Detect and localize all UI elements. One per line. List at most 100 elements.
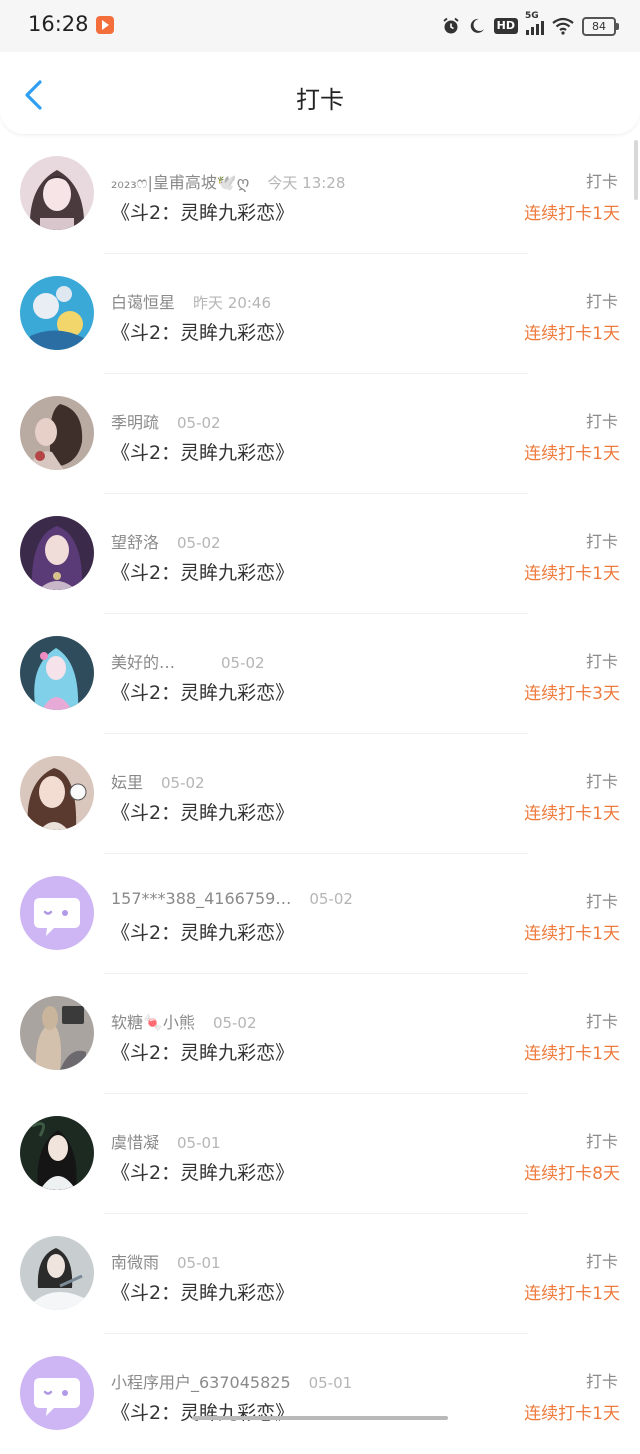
streak-label: 连续打卡1天 [524, 1399, 620, 1424]
action-label: 打卡 [586, 1008, 618, 1032]
list-item[interactable]: 季明疏 05-02 《斗2：灵眸九彩恋》 打卡 连续打卡1天 [0, 374, 640, 494]
avatar[interactable] [20, 396, 94, 470]
action-label: 打卡 [586, 888, 618, 912]
action-label: 打卡 [586, 1128, 618, 1152]
checkin-date: 05-02 [221, 654, 265, 672]
streak-label: 连续打卡1天 [524, 1039, 620, 1064]
streak-label: 连续打卡8天 [524, 1159, 620, 1184]
checkin-date: 05-01 [309, 1374, 353, 1392]
book-title[interactable]: 《斗2：灵眸九彩恋》 [111, 798, 294, 825]
streak-label: 连续打卡3天 [524, 679, 620, 704]
user-name[interactable]: 季明疏 [111, 413, 159, 432]
action-label: 打卡 [586, 1248, 618, 1272]
entry-meta: 虞惜凝 05-01 [111, 1129, 221, 1151]
action-label: 打卡 [586, 768, 618, 792]
action-label: 打卡 [586, 1368, 618, 1392]
book-title[interactable]: 《斗2：灵眸九彩恋》 [111, 438, 294, 465]
entry-meta: 望舒洛 05-02 [111, 529, 221, 551]
page-title: 打卡 [0, 86, 640, 114]
book-title[interactable]: 《斗2：灵眸九彩恋》 [111, 918, 294, 945]
network-label: 5G [525, 11, 539, 21]
list-item[interactable]: 望舒洛 05-02 《斗2：灵眸九彩恋》 打卡 连续打卡1天 [0, 494, 640, 614]
user-name[interactable]: 妘里 [111, 773, 143, 792]
list-item[interactable]: ₂₀₂₃ෆ|皇甫高坡🕊️ღ今天 13:28 《斗2：灵眸九彩恋》 打卡 连续打卡… [0, 134, 640, 254]
avatar[interactable] [20, 1236, 94, 1310]
moon-icon [468, 17, 486, 35]
checkin-date: 昨天 20:46 [193, 294, 271, 312]
checkin-list[interactable]: ₂₀₂₃ෆ|皇甫高坡🕊️ღ 今天 13:28 《斗2：灵眸九彩恋》 打卡 连续打卡… [0, 134, 640, 1454]
list-item[interactable]: 小程序用户_637045825 05-01 《斗2：灵眸九彩恋》 打卡 连续打卡1… [0, 1334, 640, 1454]
user-name[interactable]: 软糖🍬小熊 [111, 1013, 195, 1032]
book-title[interactable]: 《斗2：灵眸九彩恋》 [111, 1158, 294, 1185]
entry-meta: 白蔼恒星昨天 20:46 [111, 289, 271, 311]
book-title[interactable]: 《斗2：灵眸九彩恋》 [111, 678, 294, 705]
book-title[interactable]: 《斗2：灵眸九彩恋》 [111, 558, 294, 585]
entry-meta: 小程序用户_637045825 05-01 [111, 1369, 352, 1391]
avatar[interactable] [20, 636, 94, 710]
entry-meta: 软糖🍬小熊 05-02 [111, 1009, 257, 1031]
status-bar: 16:28 HD 5G 84 [0, 0, 640, 52]
streak-label: 连续打卡1天 [524, 199, 620, 224]
list-item[interactable]: 妘里 05-02 《斗2：灵眸九彩恋》 打卡 连续打卡1天 [0, 734, 640, 854]
checkin-date: 05-01 [177, 1254, 221, 1272]
book-title[interactable]: 《斗2：灵眸九彩恋》 [111, 1398, 294, 1425]
avatar[interactable] [20, 516, 94, 590]
action-label: 打卡 [586, 528, 618, 552]
app-notification-icon [96, 16, 114, 34]
user-name[interactable]: 美好的… [111, 653, 175, 672]
status-time: 16:28 [28, 12, 89, 36]
list-item[interactable]: 虞惜凝 05-01 《斗2：灵眸九彩恋》 打卡 连续打卡8天 [0, 1094, 640, 1214]
streak-label: 连续打卡1天 [524, 439, 620, 464]
checkin-date: 05-02 [213, 1014, 257, 1032]
list-item[interactable]: 软糖🍬小熊 05-02 《斗2：灵眸九彩恋》 打卡 连续打卡1天 [0, 974, 640, 1094]
nav-bar: 打卡 [0, 52, 640, 134]
checkin-date: 05-01 [177, 1134, 221, 1152]
user-name[interactable]: 虞惜凝 [111, 1133, 159, 1152]
list-item[interactable]: 白蔼恒星昨天 20:46 《斗2：灵眸九彩恋》 打卡 连续打卡1天 [0, 254, 640, 374]
list-item[interactable]: 南微雨 05-01 《斗2：灵眸九彩恋》 打卡 连续打卡1天 [0, 1214, 640, 1334]
checkin-date: 05-02 [309, 890, 353, 908]
book-title[interactable]: 《斗2：灵眸九彩恋》 [111, 198, 294, 225]
entry-meta: 季明疏 05-02 [111, 409, 221, 431]
default-avatar-icon[interactable] [20, 1356, 94, 1430]
streak-label: 连续打卡1天 [524, 919, 620, 944]
list-item[interactable]: 157***388_4166759… 05-02 《斗2：灵眸九彩恋》 打卡 连续… [0, 854, 640, 974]
user-name[interactable]: 小程序用户_637045825 [111, 1373, 291, 1392]
action-label: 打卡 [586, 288, 618, 312]
user-name[interactable]: 白蔼恒星 [111, 293, 175, 312]
checkin-date: 05-02 [161, 774, 205, 792]
entry-meta: 157***388_4166759… 05-02 [111, 889, 353, 911]
battery-icon: 84 [582, 17, 616, 36]
avatar[interactable] [20, 156, 94, 230]
user-name[interactable]: ₂₀₂₃ෆ|皇甫高坡🕊️ღ [111, 173, 249, 192]
user-name[interactable]: 157***388_4166759… [111, 889, 291, 908]
book-title[interactable]: 《斗2：灵眸九彩恋》 [111, 1278, 294, 1305]
checkin-date: 05-02 [177, 534, 221, 552]
home-indicator[interactable] [192, 1416, 448, 1420]
scrollbar[interactable] [634, 140, 638, 200]
entry-meta: 妘里 05-02 [111, 769, 205, 791]
streak-label: 连续打卡1天 [524, 319, 620, 344]
avatar[interactable] [20, 996, 94, 1070]
user-name[interactable]: 望舒洛 [111, 533, 159, 552]
entry-meta: ₂₀₂₃ෆ|皇甫高坡🕊️ღ 今天 13:28 [111, 169, 345, 191]
avatar[interactable] [20, 276, 94, 350]
streak-label: 连续打卡1天 [524, 799, 620, 824]
status-icons: HD 5G 84 [442, 14, 616, 38]
streak-label: 连续打卡1天 [524, 1279, 620, 1304]
entry-meta: 南微雨 05-01 [111, 1249, 221, 1271]
alarm-icon [442, 17, 460, 35]
default-avatar-icon[interactable] [20, 876, 94, 950]
avatar[interactable] [20, 756, 94, 830]
user-name[interactable]: 南微雨 [111, 1253, 159, 1272]
checkin-date: 今天 13:28 [267, 174, 345, 192]
streak-label: 连续打卡1天 [524, 559, 620, 584]
book-title[interactable]: 《斗2：灵眸九彩恋》 [111, 318, 294, 345]
wifi-icon [552, 17, 574, 35]
entry-meta: 美好的… 05-02 [111, 649, 265, 671]
book-title[interactable]: 《斗2：灵眸九彩恋》 [111, 1038, 294, 1065]
action-label: 打卡 [586, 408, 618, 432]
checkin-date: 05-02 [177, 414, 221, 432]
avatar[interactable] [20, 1116, 94, 1190]
list-item[interactable]: 美好的…05-02 《斗2：灵眸九彩恋》 打卡 连续打卡3天 [0, 614, 640, 734]
